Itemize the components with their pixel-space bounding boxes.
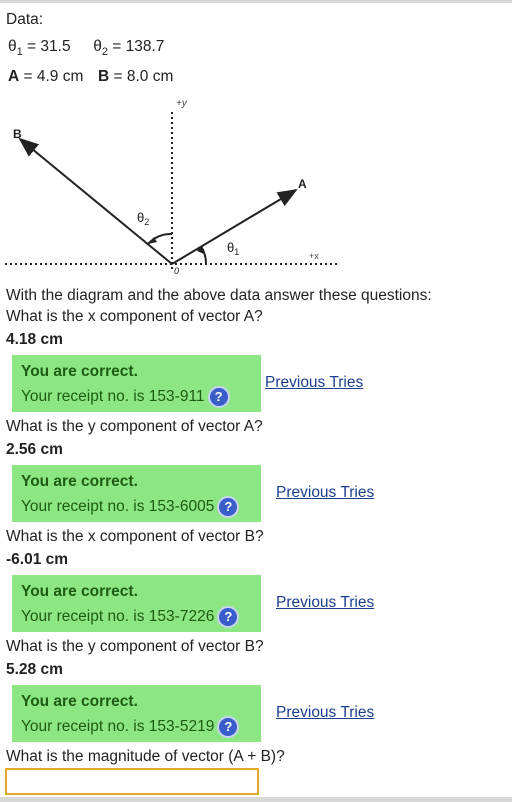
- receipt-text: Your receipt no. is 153-5219: [21, 718, 215, 736]
- question-text: What is the y component of vector B?: [6, 638, 264, 655]
- vector-b-label: B: [13, 127, 22, 141]
- receipt-text: Your receipt no. is 153-911: [21, 388, 205, 406]
- theta1-sub: 1: [16, 46, 23, 58]
- theta1-symbol: θ: [8, 38, 17, 55]
- data-label: Data:: [6, 11, 44, 28]
- final-question-text: What is the magnitude of vector (A + B)?: [6, 748, 285, 765]
- correct-feedback-box: You are correct. Your receipt no. is 153…: [12, 685, 261, 742]
- correct-feedback-box: You are correct. Your receipt no. is 153…: [12, 465, 261, 522]
- help-icon[interactable]: ?: [217, 606, 240, 628]
- previous-tries-link[interactable]: Previous Tries: [276, 484, 374, 502]
- previous-tries-link[interactable]: Previous Tries: [276, 704, 374, 722]
- origin-label: 0: [174, 266, 179, 276]
- receipt-text: Your receipt no. is 153-6005: [21, 498, 215, 516]
- magnitude-values: A = 4.9 cm B = 8.0 cm: [8, 68, 173, 86]
- theta2-symbol: θ: [93, 38, 102, 55]
- b-label: B: [98, 68, 110, 85]
- bottom-divider: [0, 797, 512, 802]
- submitted-answer: 2.56 cm: [6, 441, 63, 458]
- feedback-title: You are correct.: [21, 583, 138, 600]
- help-icon[interactable]: ?: [217, 716, 240, 738]
- correct-feedback-box: You are correct. Your receipt no. is 153…: [12, 575, 261, 632]
- question-text: What is the x component of vector A?: [6, 308, 263, 325]
- submitted-answer: -6.01 cm: [6, 551, 69, 568]
- vector-b-arrow: [18, 137, 173, 265]
- receipt-line: Your receipt no. is 153-7226?: [21, 606, 240, 628]
- top-divider: [0, 0, 512, 3]
- theta2-value: = 138.7: [107, 38, 165, 55]
- a-value: = 4.9 cm: [19, 68, 84, 85]
- correct-feedback-box: You are correct. Your receipt no. is 153…: [12, 355, 261, 412]
- receipt-line: Your receipt no. is 153-911?: [21, 386, 230, 408]
- submitted-answer: 4.18 cm: [6, 331, 63, 348]
- instructions: With the diagram and the above data answ…: [6, 287, 432, 304]
- a-label: A: [8, 68, 20, 85]
- theta1-diagram-label: θ1: [227, 240, 239, 257]
- vector-diagram: +y +x A B 0 θ1 θ2: [5, 98, 340, 276]
- help-icon[interactable]: ?: [207, 386, 230, 408]
- submitted-answer: 5.28 cm: [6, 661, 63, 678]
- theta-values: θ1 = 31.5 θ2 = 138.7: [8, 38, 165, 58]
- feedback-title: You are correct.: [21, 363, 138, 380]
- receipt-text: Your receipt no. is 153-7226: [21, 608, 215, 626]
- b-value: = 8.0 cm: [109, 68, 174, 85]
- theta2-diagram-label: θ2: [137, 210, 149, 227]
- feedback-title: You are correct.: [21, 473, 138, 490]
- previous-tries-link[interactable]: Previous Tries: [265, 374, 363, 392]
- question-text: What is the x component of vector B?: [6, 528, 264, 545]
- plus-y-label: +y: [176, 98, 188, 109]
- help-icon[interactable]: ?: [217, 496, 240, 518]
- theta1-value: = 31.5: [22, 38, 71, 55]
- receipt-line: Your receipt no. is 153-5219?: [21, 716, 240, 738]
- plus-x-label: +x: [309, 251, 319, 261]
- question-text: What is the y component of vector A?: [6, 418, 263, 435]
- feedback-title: You are correct.: [21, 693, 138, 710]
- vector-a-label: A: [298, 177, 307, 191]
- previous-tries-link[interactable]: Previous Tries: [276, 594, 374, 612]
- receipt-line: Your receipt no. is 153-6005?: [21, 496, 240, 518]
- theta2-sub: 2: [101, 46, 108, 58]
- answer-input[interactable]: [5, 768, 259, 795]
